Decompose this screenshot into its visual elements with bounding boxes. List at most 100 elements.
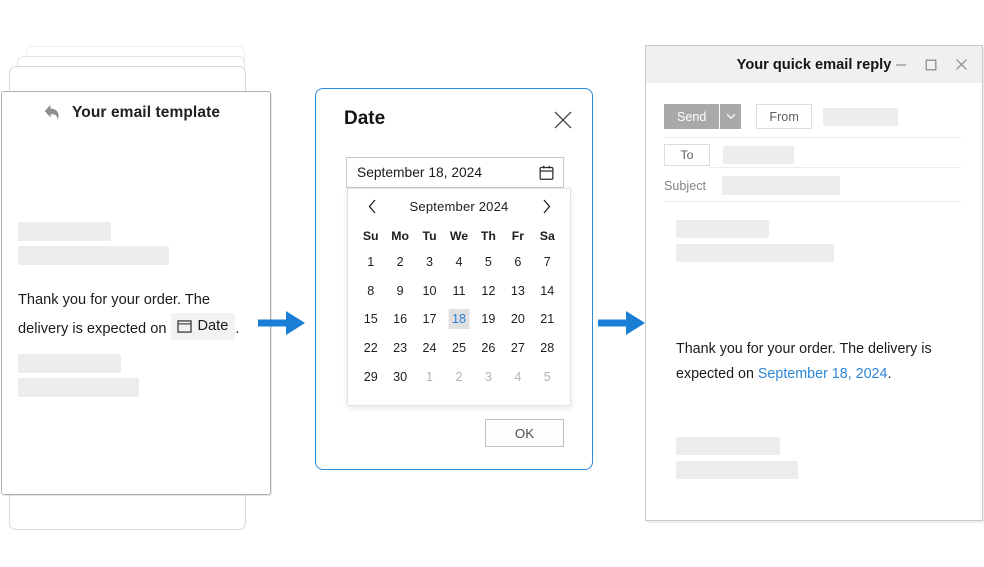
calendar-day[interactable]: 8 <box>356 277 385 306</box>
from-field[interactable] <box>822 107 898 126</box>
calendar-day[interactable]: 15 <box>356 305 385 334</box>
email-compose-panel: Send From To Subject Thank you for your … <box>651 87 979 517</box>
calendar-day-label: 16 <box>393 312 408 327</box>
calendar-day[interactable]: 6 <box>503 248 532 277</box>
calendar-day[interactable]: 27 <box>503 334 532 363</box>
calendar-weekday: Fr <box>511 228 524 243</box>
dialog-title: Date <box>344 108 386 129</box>
email-body-text[interactable]: Thank you for your order. The delivery i… <box>676 337 936 387</box>
calendar-day-selected[interactable]: 18 <box>444 305 473 334</box>
calendar-day-label: 19 <box>481 312 496 327</box>
calendar-weekday: We <box>449 228 469 243</box>
calendar-day[interactable]: 10 <box>415 277 444 306</box>
calendar-day-label: 4 <box>514 369 522 384</box>
calendar-day[interactable]: 29 <box>356 362 385 391</box>
calendar-next-button[interactable] <box>536 194 556 218</box>
calendar-day[interactable]: 19 <box>474 305 503 334</box>
calendar-day-label: 17 <box>422 312 437 327</box>
minimize-icon <box>896 63 906 66</box>
template-placeholder-line <box>18 378 139 397</box>
calendar-day[interactable]: 25 <box>444 334 473 363</box>
calendar-day-label: 24 <box>422 341 437 356</box>
calendar-day[interactable]: 23 <box>385 334 414 363</box>
to-button[interactable]: To <box>664 144 710 166</box>
email-placeholder-line <box>676 461 798 479</box>
calendar-day[interactable]: 4 <box>503 362 532 391</box>
calendar-day-label: 5 <box>484 255 492 270</box>
calendar-day-label: 30 <box>393 369 408 384</box>
calendar-weekday: Mo <box>391 228 410 243</box>
compose-divider <box>709 167 961 168</box>
calendar-day[interactable]: 3 <box>415 248 444 277</box>
calendar-day[interactable]: 9 <box>385 277 414 306</box>
calendar-day[interactable]: 26 <box>474 334 503 363</box>
calendar-prev-button[interactable] <box>362 194 382 218</box>
calendar-day[interactable]: 17 <box>415 305 444 334</box>
calendar-day-label: 29 <box>363 369 378 384</box>
template-title: Your email template <box>72 103 221 121</box>
template-placeholder-line <box>18 246 169 265</box>
email-body-after: . <box>887 366 892 382</box>
dialog-titlebar: Date <box>316 89 592 147</box>
send-options-button[interactable] <box>719 104 742 129</box>
calendar-day[interactable]: 1 <box>415 362 444 391</box>
calendar-day[interactable]: 7 <box>533 248 562 277</box>
template-body-text: Thank you for your order. The delivery i… <box>18 288 256 342</box>
ok-button[interactable]: OK <box>485 419 564 447</box>
calendar-day-label: 2 <box>396 255 404 270</box>
calendar-day-grid: 1 2 3 4 5 6 7 8 9 10 11 12 13 14 15 16 17 18 19 20 21 22 23 24 2… <box>348 248 570 391</box>
close-button[interactable] <box>948 53 974 77</box>
calendar-day[interactable]: 11 <box>444 277 473 306</box>
send-row: Send From <box>664 104 898 129</box>
calendar-day-label: 26 <box>481 341 496 356</box>
template-body-after: . <box>235 321 240 337</box>
flow-arrow-1-icon <box>258 311 305 335</box>
calendar-day[interactable]: 2 <box>385 248 414 277</box>
close-icon[interactable] <box>552 109 574 131</box>
calendar-day-label: 20 <box>510 312 525 327</box>
subject-label: Subject <box>664 178 707 193</box>
minimize-button[interactable] <box>888 53 914 77</box>
calendar-day-label: 1 <box>367 255 375 270</box>
template-placeholder-line <box>18 354 121 373</box>
from-button[interactable]: From <box>756 104 812 129</box>
calendar-icon[interactable] <box>539 165 554 181</box>
compose-divider <box>664 137 961 138</box>
calendar-day[interactable]: 21 <box>533 305 562 334</box>
calendar-day-label: 22 <box>363 341 378 356</box>
calendar-day[interactable]: 3 <box>474 362 503 391</box>
window-titlebar[interactable]: Your quick email reply <box>646 46 982 83</box>
email-placeholder-line <box>676 220 769 238</box>
calendar-day[interactable]: 14 <box>533 277 562 306</box>
calendar-day[interactable]: 30 <box>385 362 414 391</box>
calendar-day-label: 2 <box>455 369 463 384</box>
inserted-date-value: September 18, 2024 <box>757 366 888 382</box>
calendar-day-label: 13 <box>510 283 525 298</box>
calendar-day[interactable]: 2 <box>444 362 473 391</box>
calendar-day[interactable]: 24 <box>415 334 444 363</box>
calendar-month-year[interactable]: September 2024 <box>410 199 509 214</box>
calendar-day[interactable]: 13 <box>503 277 532 306</box>
calendar-weekday: Su <box>362 228 379 243</box>
send-button[interactable]: Send <box>664 104 720 129</box>
date-input[interactable]: September 18, 2024 <box>346 157 564 188</box>
calendar-day[interactable]: 5 <box>474 248 503 277</box>
calendar-day[interactable]: 16 <box>385 305 414 334</box>
subject-row: Subject <box>664 176 840 195</box>
calendar-day[interactable]: 28 <box>533 334 562 363</box>
calendar-day[interactable]: 4 <box>444 248 473 277</box>
maximize-icon <box>925 59 937 70</box>
date-placeholder-chip[interactable]: Date <box>170 313 236 340</box>
date-field-icon <box>176 320 192 333</box>
calendar-day[interactable]: 1 <box>356 248 385 277</box>
maximize-button[interactable] <box>918 53 944 77</box>
to-field[interactable] <box>723 146 794 164</box>
calendar-day[interactable]: 20 <box>503 305 532 334</box>
calendar-day[interactable]: 12 <box>474 277 503 306</box>
calendar-weekday: Tu <box>422 228 437 243</box>
calendar-day[interactable]: 22 <box>356 334 385 363</box>
calendar-day[interactable]: 5 <box>533 362 562 391</box>
calendar-day-label: 28 <box>540 341 555 356</box>
subject-field[interactable] <box>722 176 840 195</box>
date-chip-label: Date <box>197 318 229 334</box>
